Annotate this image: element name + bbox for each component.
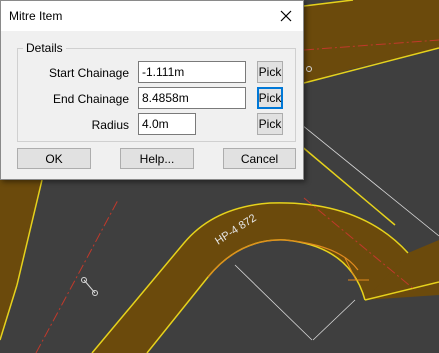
- end-chainage-input[interactable]: [138, 87, 246, 109]
- radius-pick-button[interactable]: Pick: [257, 113, 283, 135]
- cancel-button[interactable]: Cancel: [223, 148, 296, 169]
- close-icon: [280, 10, 292, 22]
- help-button[interactable]: Help...: [120, 148, 194, 169]
- start-chainage-label: Start Chainage: [48, 66, 129, 80]
- radius-label: Radius: [91, 118, 129, 132]
- end-chainage-label: End Chainage: [52, 92, 129, 106]
- start-chainage-pick-button[interactable]: Pick: [257, 61, 283, 83]
- ok-button[interactable]: OK: [17, 148, 91, 169]
- start-chainage-input[interactable]: [138, 61, 246, 83]
- end-chainage-pick-button[interactable]: Pick: [257, 87, 283, 109]
- dialog-title: Mitre Item: [9, 9, 63, 23]
- close-button[interactable]: [269, 1, 303, 31]
- mitre-item-dialog: Mitre Item Details Start Chainage Pick E…: [0, 0, 304, 180]
- dialog-titlebar: Mitre Item: [1, 1, 303, 31]
- radius-input[interactable]: [138, 113, 196, 135]
- details-group-label: Details: [23, 42, 66, 55]
